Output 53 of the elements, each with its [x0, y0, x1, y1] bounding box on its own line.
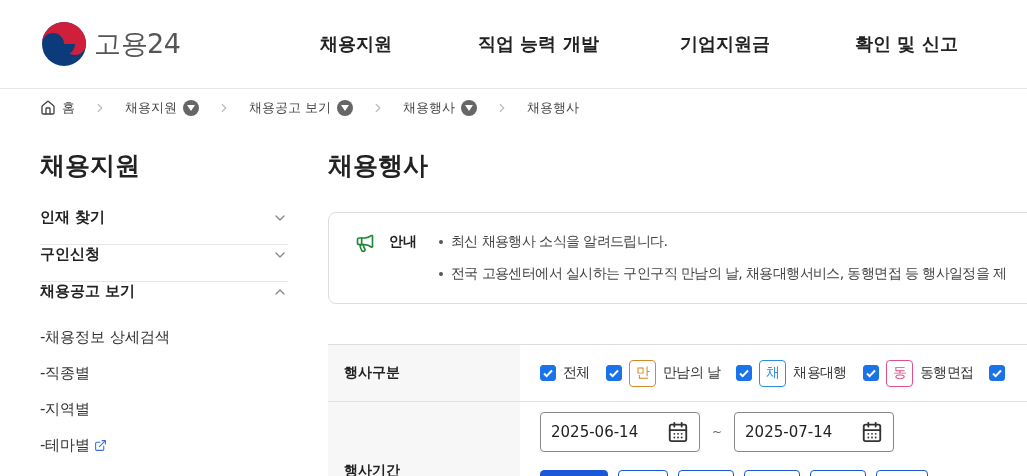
home-icon — [40, 100, 56, 116]
checkbox[interactable] — [862, 365, 879, 381]
sidebar-subitem[interactable]: -지역별 — [40, 391, 288, 427]
sidebar-item[interactable]: 채용공고 보기 — [40, 282, 288, 319]
checkbox[interactable] — [605, 365, 622, 381]
logo-text[interactable]: 고용24 — [94, 26, 181, 62]
nav-link[interactable]: 기업지원금 — [680, 32, 855, 56]
notice-text: 최신 채용행사 소식을 알려드립니다. — [451, 233, 668, 251]
sidebar-subitem[interactable]: -직종별 — [40, 355, 288, 391]
breadcrumb-label: 홈 — [62, 99, 75, 117]
breadcrumb-link[interactable]: 채용행사 — [403, 99, 478, 117]
logo-icon — [40, 20, 88, 68]
sidebar-item[interactable]: 구인신청 — [40, 245, 288, 282]
breadcrumb-link[interactable]: 채용행사 — [527, 99, 580, 117]
breadcrumb-link[interactable]: 채용지원 — [125, 99, 199, 117]
notice-text: 전국 고용센터에서 실시하는 구인구직 만남의 날, 채용대행서비스, 동행면접 등 행사일정을 제 — [451, 265, 1007, 283]
checkbox[interactable] — [540, 365, 556, 381]
calendar-icon[interactable] — [667, 421, 689, 443]
sidebar-title: 채용지원 — [40, 150, 141, 182]
row-label: 행사구분 — [328, 345, 520, 401]
checkbox[interactable] — [736, 365, 753, 381]
notice-label: 안내 — [389, 233, 417, 251]
breadcrumb-link[interactable]: 홈 — [40, 99, 75, 117]
bullet-icon — [439, 272, 443, 276]
bullet-icon — [439, 240, 443, 244]
nav-link[interactable]: 채용지원 — [320, 32, 478, 56]
breadcrumb-label: 채용공고 보기 — [249, 99, 332, 117]
option-label: 채용대행 — [793, 364, 847, 382]
option-label: 동행면접 — [919, 364, 974, 382]
dropdown-icon[interactable] — [337, 100, 354, 116]
category-badge: 채 — [759, 359, 787, 387]
sidebar-subitem[interactable]: -테마별 — [40, 427, 288, 463]
nav-link[interactable]: 확인 및 신고 — [855, 32, 958, 56]
category-badge: 만 — [628, 359, 656, 387]
date-field[interactable]: 2025-06-14 — [540, 412, 700, 452]
date-field[interactable]: 2025-07-14 — [734, 412, 895, 452]
nav-link[interactable]: 직업 능력 개발 — [478, 32, 680, 56]
sidebar-subitem[interactable]: -채용정보 상세검색 — [40, 319, 288, 355]
range-separator: ~ — [712, 425, 723, 439]
external-link-icon — [94, 438, 108, 452]
calendar-icon[interactable] — [861, 421, 884, 443]
dropdown-icon[interactable] — [183, 100, 199, 116]
dropdown-icon[interactable] — [461, 100, 478, 116]
option-label: 전체 — [563, 364, 590, 382]
megaphone-icon — [355, 233, 375, 253]
checkbox[interactable] — [989, 365, 1006, 381]
sidebar-item[interactable]: 인재 찾기 — [40, 208, 288, 245]
breadcrumb-label: 채용지원 — [125, 99, 177, 117]
option-label: 만남의 날 — [662, 364, 721, 382]
breadcrumb-label: 채용행사 — [403, 99, 456, 117]
category-badge: 동 — [885, 359, 913, 387]
breadcrumb-link[interactable]: 채용공고 보기 — [249, 99, 354, 117]
page-title: 채용행사 — [328, 150, 429, 182]
